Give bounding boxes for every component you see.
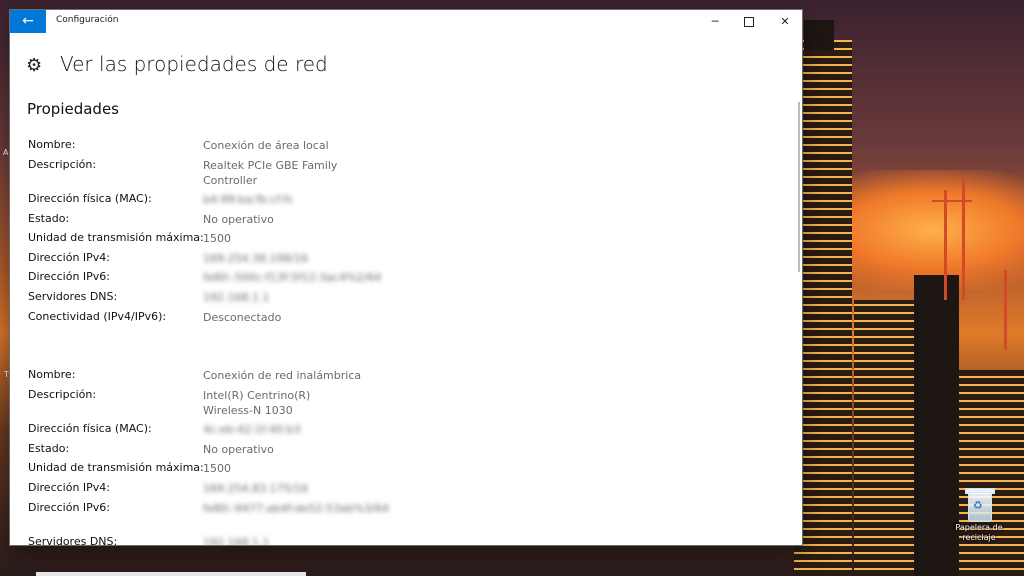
scrollbar-thumb[interactable] <box>798 102 800 272</box>
property-row: Dirección física (MAC): b4:99:ba:fb:cf:f… <box>27 192 767 212</box>
property-row: Nombre: Conexión de área local <box>27 138 767 158</box>
property-value: 4c:eb:42:1f:40:b3 <box>203 423 301 437</box>
property-row: Dirección física (MAC): 4c:eb:42:1f:40:b… <box>27 422 767 442</box>
property-value: fe80::500c:f13f:5f12:3ac4%2/64 <box>203 271 382 285</box>
property-key: Dirección física (MAC): <box>28 191 152 205</box>
desktop-edge-text: A <box>3 148 9 157</box>
window-title: Configuración <box>56 15 119 25</box>
property-row: Dirección IPv6: fe80::9477:ab4f:de52:53a… <box>27 501 767 535</box>
property-key: Dirección IPv4: <box>28 480 111 494</box>
recycle-bin[interactable]: ♻ Papelera de reciclaje <box>950 486 1008 543</box>
property-value: Desconectado <box>203 310 282 324</box>
property-key: Estado: <box>28 441 70 455</box>
desktop-edge-text: T <box>4 370 9 379</box>
property-key: Servidores DNS: <box>28 534 118 545</box>
property-row: Descripción: Intel(R) Centrino(R) Wirele… <box>27 388 767 422</box>
property-row: Unidad de transmisión máxima: 1500 <box>27 461 767 481</box>
property-row: Dirección IPv4: 169.254.38.198/16 <box>27 251 767 271</box>
property-row: Nombre: Conexión de red inalámbrica <box>27 368 767 388</box>
wallpaper-crane <box>932 200 972 202</box>
connection-properties-2: Nombre: Conexión de red inalámbrica Desc… <box>27 368 767 545</box>
wallpaper-crane <box>962 180 965 300</box>
wallpaper-building <box>804 20 834 50</box>
settings-window: ← Configuración ─ ✕ ⚙ Ver las propiedade… <box>10 10 802 545</box>
property-value: Conexión de red inalámbrica <box>203 369 362 383</box>
wallpaper-crane <box>1004 270 1007 350</box>
property-key: Estado: <box>28 211 70 225</box>
property-key: Dirección IPv6: <box>28 500 111 514</box>
property-value: 169.254.83.175/16 <box>203 481 309 495</box>
properties-content: Propiedades Nombre: Conexión de área loc… <box>27 100 767 545</box>
gear-icon: ⚙ <box>26 55 43 76</box>
property-key: Unidad de transmisión máxima: <box>28 231 204 245</box>
recycle-symbol-icon: ♻ <box>973 499 983 512</box>
property-key: Descripción: <box>28 387 97 401</box>
minimize-icon: ─ <box>711 15 719 28</box>
back-arrow-icon: ← <box>22 13 34 29</box>
recycle-bin-label: Papelera de reciclaje <box>955 523 1003 542</box>
property-value: b4:99:ba:fb:cf:fc <box>203 192 294 206</box>
close-button[interactable]: ✕ <box>768 10 802 33</box>
recycle-bin-icon: ♻ <box>965 486 995 522</box>
property-row: Unidad de transmisión máxima: 1500 <box>27 231 767 251</box>
property-row: Estado: No operativo <box>27 442 767 462</box>
property-value: 1500 <box>203 462 231 476</box>
property-key: Dirección IPv4: <box>28 250 111 264</box>
taskbar-edge <box>36 572 306 576</box>
property-key: Dirección física (MAC): <box>28 422 152 436</box>
property-value: 169.254.38.198/16 <box>203 251 309 265</box>
property-row: Conectividad (IPv4/IPv6): Desconectado <box>27 310 767 330</box>
property-value: No operativo <box>203 212 274 226</box>
property-value: Intel(R) Centrino(R) Wireless-N 1030 <box>203 388 311 417</box>
property-value: No operativo <box>203 442 274 456</box>
page-title: Ver las propiedades de red <box>60 52 328 76</box>
wallpaper-building <box>959 370 1024 576</box>
maximize-icon <box>744 17 754 27</box>
title-bar[interactable]: ← Configuración ─ ✕ <box>10 10 802 33</box>
property-key: Unidad de transmisión máxima: <box>28 461 204 475</box>
property-row: Dirección IPv6: fe80::500c:f13f:5f12:3ac… <box>27 270 767 290</box>
property-key: Nombre: <box>28 368 76 382</box>
property-value: Conexión de área local <box>203 139 329 152</box>
property-key: Nombre: <box>28 138 76 151</box>
property-row: Dirección IPv4: 169.254.83.175/16 <box>27 481 767 501</box>
connection-properties-1: Nombre: Conexión de área local Descripci… <box>27 138 767 329</box>
back-button[interactable]: ← <box>10 10 46 33</box>
close-icon: ✕ <box>780 15 790 28</box>
property-key: Conectividad (IPv4/IPv6): <box>28 309 167 323</box>
wallpaper-building <box>794 40 852 576</box>
wallpaper-crane <box>944 190 947 300</box>
property-value: Realtek PCIe GBE Family Controller <box>203 158 338 187</box>
property-key: Dirección IPv6: <box>28 270 111 284</box>
minimize-button[interactable]: ─ <box>698 10 732 33</box>
property-row: Servidores DNS: 192.168.1.1 <box>27 535 767 545</box>
property-row: Estado: No operativo <box>27 212 767 232</box>
property-key: Servidores DNS: <box>28 289 118 303</box>
section-title: Propiedades <box>27 100 119 118</box>
property-value: fe80::9477:ab4f:de52:53ab%3/64 <box>203 501 389 515</box>
property-value: 192.168.1.1 <box>203 290 270 304</box>
property-key: Descripción: <box>28 157 97 171</box>
maximize-button[interactable] <box>732 10 766 33</box>
property-value: 1500 <box>203 232 231 246</box>
property-value: 192.168.1.1 <box>203 535 270 545</box>
property-row: Descripción: Realtek PCIe GBE Family Con… <box>27 158 767 192</box>
property-row: Servidores DNS: 192.168.1.1 <box>27 290 767 310</box>
